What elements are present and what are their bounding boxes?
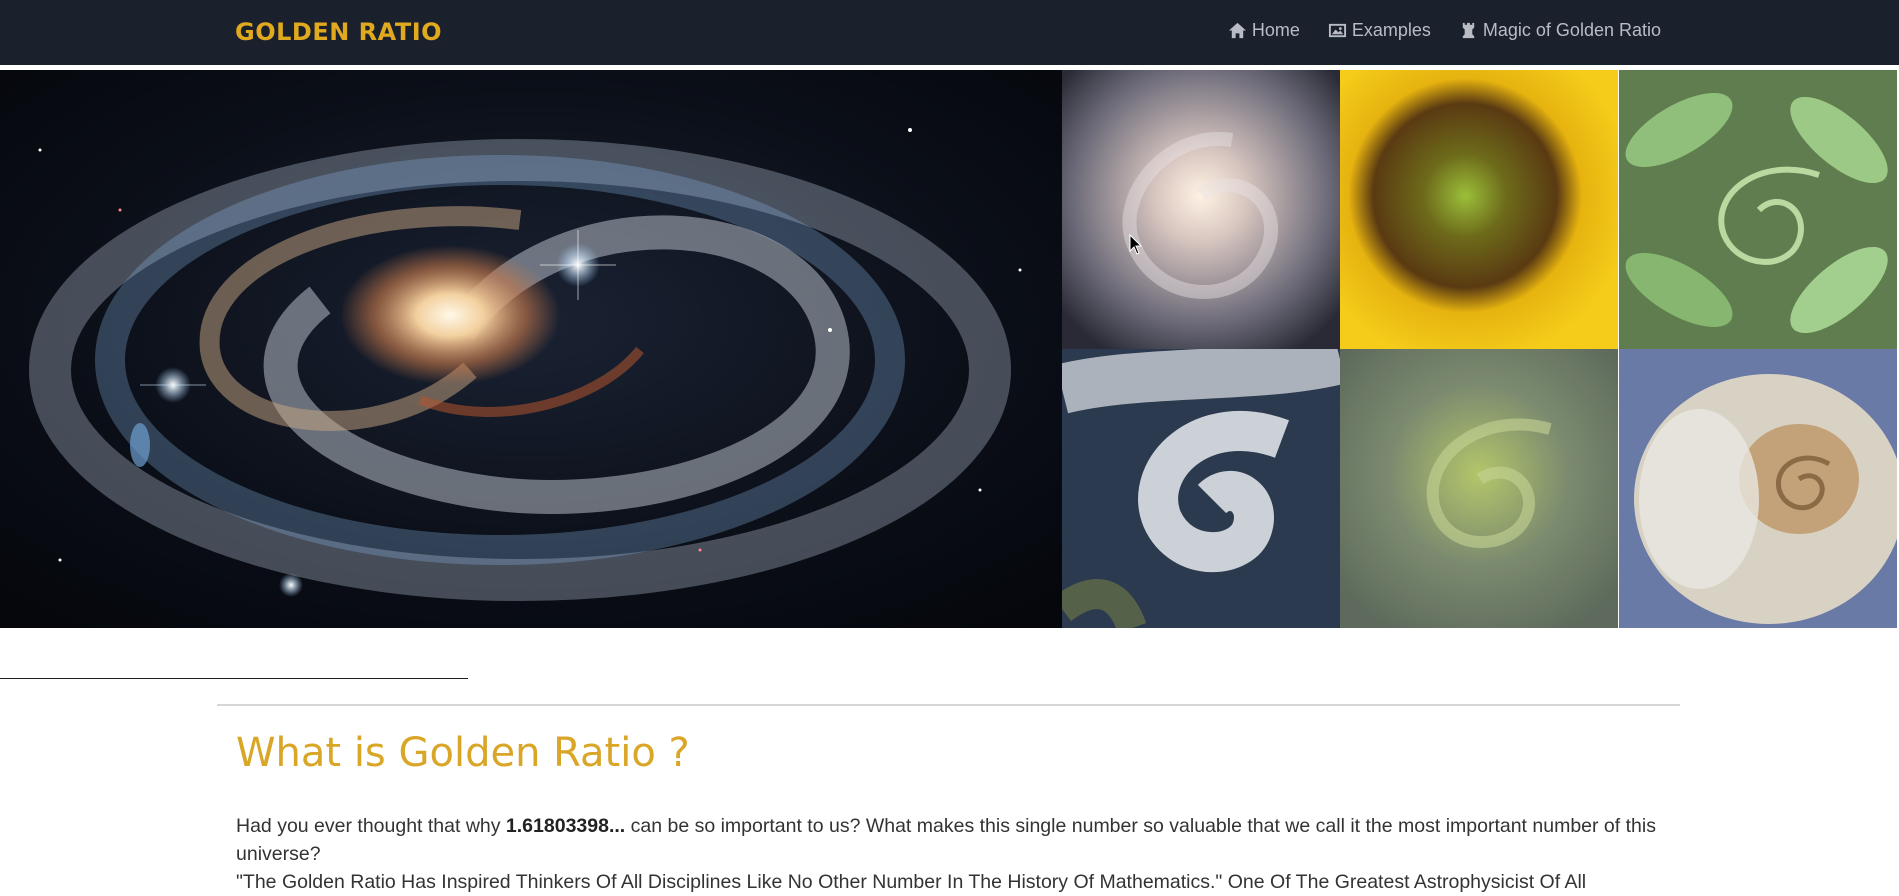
nav-magic-label: Magic of Golden Ratio [1482, 20, 1661, 40]
top-navbar: GOLDEN RATIO Home Examples Magic of Gold… [0, 0, 1899, 67]
golden-number: 1.61803398... [505, 815, 626, 837]
nav-examples-label: Examples [1351, 20, 1431, 40]
divider-short [0, 678, 468, 679]
nav-examples[interactable]: Examples [1328, 20, 1431, 41]
chess-rook-icon [1462, 22, 1475, 39]
nav-magic[interactable]: Magic of Golden Ratio [1459, 20, 1661, 41]
divider-long [217, 704, 1680, 706]
spiral-galaxy-image [0, 70, 1062, 628]
tile-spiral-aloe [1340, 349, 1618, 628]
nav-links: Home Examples Magic of Golden Ratio [1228, 20, 1661, 41]
tile-cyclone [1062, 349, 1340, 628]
quote-paragraph: "The Golden Ratio Has Inspired Thinkers … [236, 871, 1587, 893]
mouse-cursor-icon [1129, 234, 1143, 255]
intro-text-start: Had you ever thought that why [236, 815, 506, 837]
nav-home[interactable]: Home [1228, 20, 1300, 41]
brand-logo[interactable]: GOLDEN RATIO [235, 18, 442, 46]
tile-nautilus-shell [1619, 349, 1897, 628]
home-icon [1228, 22, 1246, 39]
section-heading: What is Golden Ratio ? [236, 730, 690, 776]
nav-home-label: Home [1251, 20, 1300, 40]
tile-spiral-galaxy [1062, 70, 1340, 349]
tile-sunflower [1340, 70, 1618, 349]
hero-collage [0, 70, 1899, 628]
intro-paragraph: Had you ever thought that why 1.61803398… [236, 812, 1676, 868]
picture-icon [1328, 23, 1346, 38]
tile-fern-spiral [1619, 70, 1897, 349]
